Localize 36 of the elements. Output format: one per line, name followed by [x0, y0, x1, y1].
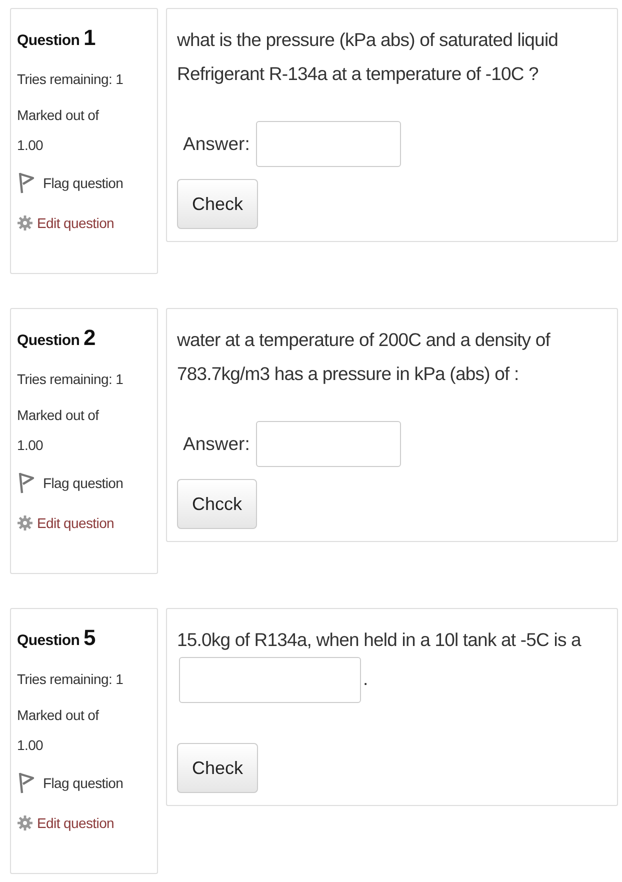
- answer-field[interactable]: [256, 121, 401, 167]
- answer-field[interactable]: [256, 421, 401, 467]
- flag-icon[interactable]: [17, 171, 35, 195]
- answer-field[interactable]: [179, 657, 361, 703]
- flag-icon[interactable]: [17, 471, 35, 495]
- check-button[interactable]: Check: [177, 179, 258, 229]
- edit-question-link[interactable]: Edit question: [37, 215, 114, 231]
- settings-icon[interactable]: [17, 815, 33, 831]
- question-text: 15.0kg of R134a, when held in a 10l tank at -5C is a: [177, 629, 581, 650]
- flag-question-link[interactable]: Flag question: [43, 175, 124, 191]
- answer-label: Answer:: [183, 133, 250, 155]
- mark-value: 1.00: [17, 137, 44, 153]
- sentence-period: .: [363, 668, 368, 689]
- question-number: Question 2: [17, 325, 96, 351]
- edit-question-link[interactable]: Edit question: [37, 815, 114, 831]
- flag-question-link[interactable]: Flag question: [43, 775, 124, 791]
- tries-remaining: Tries remaining: 1: [17, 71, 124, 87]
- flag-question-link[interactable]: Flag question: [43, 475, 124, 491]
- settings-icon[interactable]: [17, 215, 33, 231]
- check-button[interactable]: Check: [177, 743, 258, 793]
- marked-out-of: Marked out of: [17, 707, 100, 723]
- edit-question-link[interactable]: Edit question: [37, 515, 114, 531]
- question-number: Question 5: [17, 625, 96, 651]
- question-text: water at a temperature of 200C and a density of 783.7kg/m3 has a pressure in kPa (abs) of :: [177, 328, 552, 386]
- tries-remaining: Tries remaining: 1: [17, 371, 124, 387]
- flag-icon[interactable]: [17, 771, 35, 795]
- tries-remaining: Tries remaining: 1: [17, 671, 124, 687]
- question-number: Question 1: [17, 25, 96, 51]
- check-button[interactable]: Chcck: [177, 479, 258, 529]
- mark-value: 1.00: [17, 737, 44, 753]
- marked-out-of: Marked out of: [17, 107, 100, 123]
- question-text: what is the pressure (kPa abs) of saturated liquid Refrigerant R-134a at a temperature of -10C ?: [177, 28, 560, 86]
- answer-label: Answer:: [183, 433, 250, 455]
- mark-value: 1.00: [17, 437, 44, 453]
- marked-out-of: Marked out of: [17, 407, 100, 423]
- settings-icon[interactable]: [17, 515, 33, 531]
